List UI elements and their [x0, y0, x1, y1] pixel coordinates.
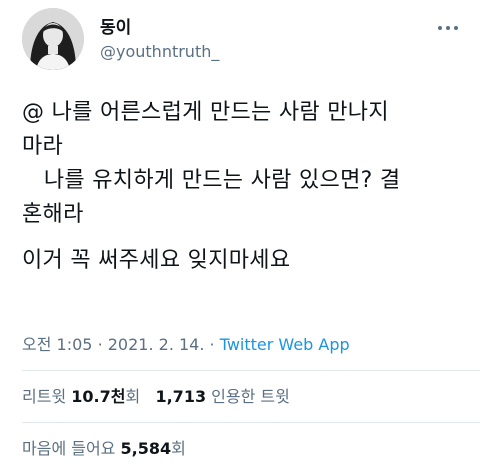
display-name[interactable]: 동이: [100, 18, 131, 38]
tweet-line: 나를 유치하게 만드는 사람 있으면? 결: [22, 168, 401, 193]
tweet-date[interactable]: 2021. 2. 14.: [108, 335, 205, 354]
likes-count: 5,584: [120, 439, 172, 458]
tweet-time[interactable]: 오전 1:05: [22, 335, 92, 354]
retweets-link[interactable]: 리트윗 10.7천회: [22, 387, 140, 406]
tweet-line: 마라: [22, 134, 64, 159]
tweet-card: 동이 @youthntruth_ @ 나를 어른스럽게 만드는 사람 만나지 마…: [0, 0, 480, 472]
profile-photo-icon: [22, 8, 84, 70]
retweets-unit: 회: [125, 387, 141, 406]
more-dots-icon[interactable]: [436, 20, 460, 36]
quotes-label: 인용한 트윗: [211, 387, 290, 406]
meta-separator: ·: [97, 335, 103, 354]
likes-unit: 회: [171, 439, 186, 458]
like-stats: 마음에 들어요 5,584회: [22, 438, 186, 460]
meta-separator: ·: [209, 335, 215, 354]
tweet-header: 동이 @youthntruth_: [22, 8, 462, 72]
user-handle[interactable]: @youthntruth_: [100, 42, 219, 62]
quotes-count: 1,713: [155, 387, 207, 406]
divider: [22, 422, 480, 423]
retweets-count: 10.7천: [71, 387, 126, 406]
avatar[interactable]: [22, 8, 84, 70]
quotes-link[interactable]: 1,713 인용한 트윗: [155, 387, 289, 406]
source-app-link[interactable]: Twitter Web App: [220, 335, 350, 354]
tweet-line: @ 나를 어른스럽게 만드는 사람 만나지: [22, 100, 389, 125]
retweets-label: 리트윗: [22, 387, 67, 406]
retweet-stats: 리트윗 10.7천회 1,713 인용한 트윗: [22, 386, 290, 408]
tweet-closing-line: 이거 꼭 써주세요 잊지마세요: [22, 248, 291, 273]
tweet-text: @ 나를 어른스럽게 만드는 사람 만나지 마라 나를 유치하게 만드는 사람 …: [22, 96, 462, 278]
likes-link[interactable]: 마음에 들어요 5,584회: [22, 439, 186, 458]
tweet-meta: 오전 1:05 · 2021. 2. 14. · Twitter Web App: [22, 334, 350, 356]
tweet-line: 혼해라: [22, 202, 84, 227]
likes-label: 마음에 들어요: [22, 439, 116, 458]
divider: [22, 370, 480, 371]
